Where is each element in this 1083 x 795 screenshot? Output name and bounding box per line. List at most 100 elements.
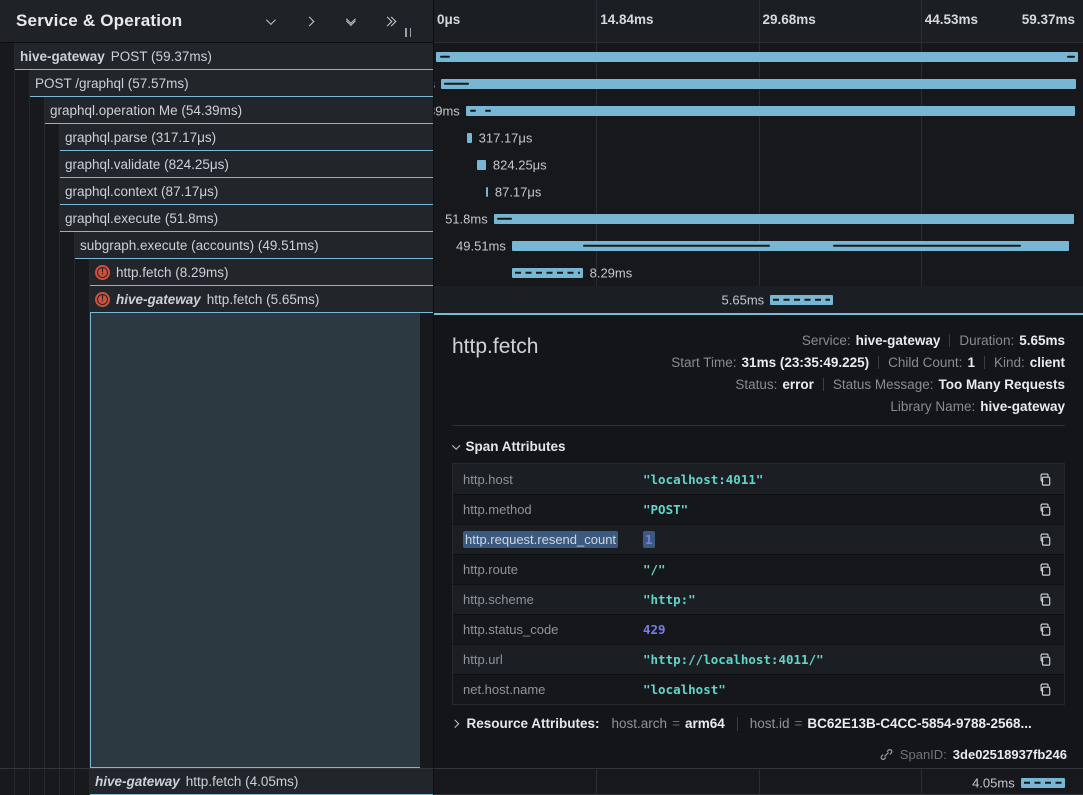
span-duration-bar[interactable]	[486, 187, 488, 197]
copy-icon[interactable]	[1038, 502, 1054, 517]
bar-duration-label: 5.65ms	[722, 292, 765, 307]
span-operation-label: http.fetch (4.05ms)	[186, 774, 299, 789]
meta-divider	[984, 356, 985, 369]
span-attributes-header[interactable]: Span Attributes	[452, 439, 1065, 454]
span-duration-bar[interactable]	[494, 214, 1074, 224]
attribute-value: "POST"	[643, 502, 1038, 517]
bar-child-mark	[583, 244, 770, 247]
span-attributes-title: Span Attributes	[466, 439, 566, 454]
copy-icon[interactable]	[1038, 592, 1054, 607]
chevron-right-button[interactable]	[301, 13, 317, 29]
resource-value: BC62E13B-C4CC-5854-9788-2568...	[807, 716, 1031, 731]
double-chevron-right-icon	[384, 18, 395, 25]
span-duration-bar[interactable]	[467, 133, 472, 143]
chevron-right-icon	[304, 16, 314, 26]
tree-row[interactable]: graphql.validate (824.25μs)	[60, 151, 433, 178]
bar-child-dashes	[1024, 781, 1062, 784]
attribute-row: http.url"http://localhost:4011/"	[453, 644, 1064, 674]
attribute-key: http.status_code	[463, 622, 643, 637]
span-meta-line: Library Name:hive-gateway	[890, 395, 1065, 417]
meta-pair: Kind:client	[994, 355, 1065, 370]
timeline-row: 317.17μs	[434, 124, 1083, 151]
chevron-down-icon	[452, 441, 460, 449]
tree-row[interactable]: graphql.execute (51.8ms)	[60, 205, 433, 232]
meta-value: 31ms (23:35:49.225)	[742, 355, 870, 370]
resource-key: host.id	[750, 716, 790, 731]
span-operation-label: graphql.parse (317.17μs)	[65, 130, 216, 145]
span-operation-label: graphql.validate (824.25μs)	[65, 157, 229, 172]
tree-row[interactable]: graphql.context (87.17μs)	[60, 178, 433, 205]
timeline-row: 824.25μs	[434, 151, 1083, 178]
chevron-down-button[interactable]	[261, 13, 277, 29]
span-operation-label: graphql.execute (51.8ms)	[65, 211, 218, 226]
bottom-timeline-row: 4.05ms	[434, 768, 1083, 795]
attribute-value: "http:"	[643, 592, 1038, 607]
link-icon[interactable]	[879, 747, 894, 762]
double-chevron-down-button[interactable]	[341, 13, 357, 29]
meta-pair: Status Message:Too Many Requests	[833, 377, 1065, 392]
attribute-value: 429	[643, 622, 1038, 637]
copy-icon[interactable]	[1038, 472, 1054, 487]
span-id-value: 3de02518937fb246	[953, 747, 1067, 762]
attribute-key: http.method	[463, 502, 643, 517]
timeline-row: 5.65ms	[434, 286, 1083, 313]
bar-duration-label: 49.51ms	[456, 238, 506, 253]
span-title: http.fetch	[452, 329, 538, 417]
span-duration-bar[interactable]	[466, 106, 1075, 116]
span-id-label: SpanID:	[900, 747, 947, 762]
bar-child-mark	[833, 244, 1021, 247]
axis-gridline	[921, 0, 922, 42]
meta-pair: Status:error	[735, 377, 814, 392]
span-operation-label: POST (59.37ms)	[111, 49, 212, 64]
copy-icon[interactable]	[1038, 532, 1054, 547]
bar-duration-label: 57.57ms	[434, 76, 435, 91]
tree-row[interactable]: hive-gatewayPOST (59.37ms)	[15, 43, 433, 70]
meta-pair: Child Count:1	[888, 355, 975, 370]
span-attributes-table: http.host"localhost:4011"http.method"POS…	[452, 463, 1065, 705]
span-operation-label: http.fetch (5.65ms)	[207, 292, 320, 307]
attribute-key: net.host.name	[463, 682, 643, 697]
span-duration-bar[interactable]	[436, 52, 1079, 62]
meta-label: Duration:	[959, 333, 1014, 348]
tree-row[interactable]: subgraph.execute (accounts) (49.51ms)	[75, 232, 433, 259]
span-operation-label: graphql.operation Me (54.39ms)	[50, 103, 242, 118]
timeline-row	[434, 43, 1083, 70]
time-axis: 0μs14.84ms29.68ms44.53ms59.37ms	[434, 0, 1083, 43]
bar-duration-label: 317.17μs	[479, 130, 533, 145]
double-chevron-right-button[interactable]	[381, 13, 397, 29]
resource-key: host.arch	[612, 716, 668, 731]
span-service-name: hive-gateway	[116, 292, 201, 307]
attribute-row: http.request.resend_count1	[453, 524, 1064, 554]
timeline-row: 51.8ms	[434, 205, 1083, 232]
timeline-row: 87.17μs	[434, 178, 1083, 205]
span-duration-bar[interactable]	[441, 79, 1076, 89]
span-id-row: SpanID: 3de02518937fb246	[879, 747, 1067, 762]
bar-duration-label: 54.39ms	[434, 103, 460, 118]
span-timeline: 57.57ms 54.39ms 317.17μs 824.25μs87.17μs51.…	[434, 43, 1083, 313]
span-duration-bar[interactable]	[477, 160, 486, 170]
timeline-row: 54.39ms	[434, 97, 1083, 124]
attribute-row: http.route"/"	[453, 554, 1064, 584]
tree-row[interactable]: hive-gateway http.fetch (5.65ms)	[90, 286, 433, 313]
attribute-key: http.scheme	[463, 592, 643, 607]
axis-gridline	[596, 0, 597, 42]
copy-icon[interactable]	[1038, 622, 1054, 637]
tree-row[interactable]: POST /graphql (57.57ms)	[30, 70, 433, 97]
axis-tick-label: 14.84ms	[600, 12, 653, 27]
tree-row[interactable]: http.fetch (8.29ms)	[90, 259, 433, 286]
attribute-value: "localhost:4011"	[643, 472, 1038, 487]
attribute-value: "localhost"	[643, 682, 1038, 697]
service-operation-title: Service & Operation	[16, 11, 261, 31]
bar-child-mark	[497, 217, 512, 220]
tree-row[interactable]: graphql.parse (317.17μs)	[60, 124, 433, 151]
resource-attributes-header[interactable]: Resource Attributes:	[452, 716, 600, 731]
tree-row[interactable]: hive-gatewayhttp.fetch (4.05ms)	[90, 769, 433, 795]
divider	[452, 425, 1065, 426]
tree-row[interactable]: graphql.operation Me (54.39ms)	[45, 97, 433, 124]
copy-icon[interactable]	[1038, 652, 1054, 667]
copy-icon[interactable]	[1038, 682, 1054, 697]
copy-icon[interactable]	[1038, 562, 1054, 577]
bar-child-mark	[485, 109, 491, 112]
bottom-tree-row-container: hive-gatewayhttp.fetch (4.05ms)	[0, 768, 434, 795]
panel-resize-handle[interactable]	[405, 28, 411, 37]
